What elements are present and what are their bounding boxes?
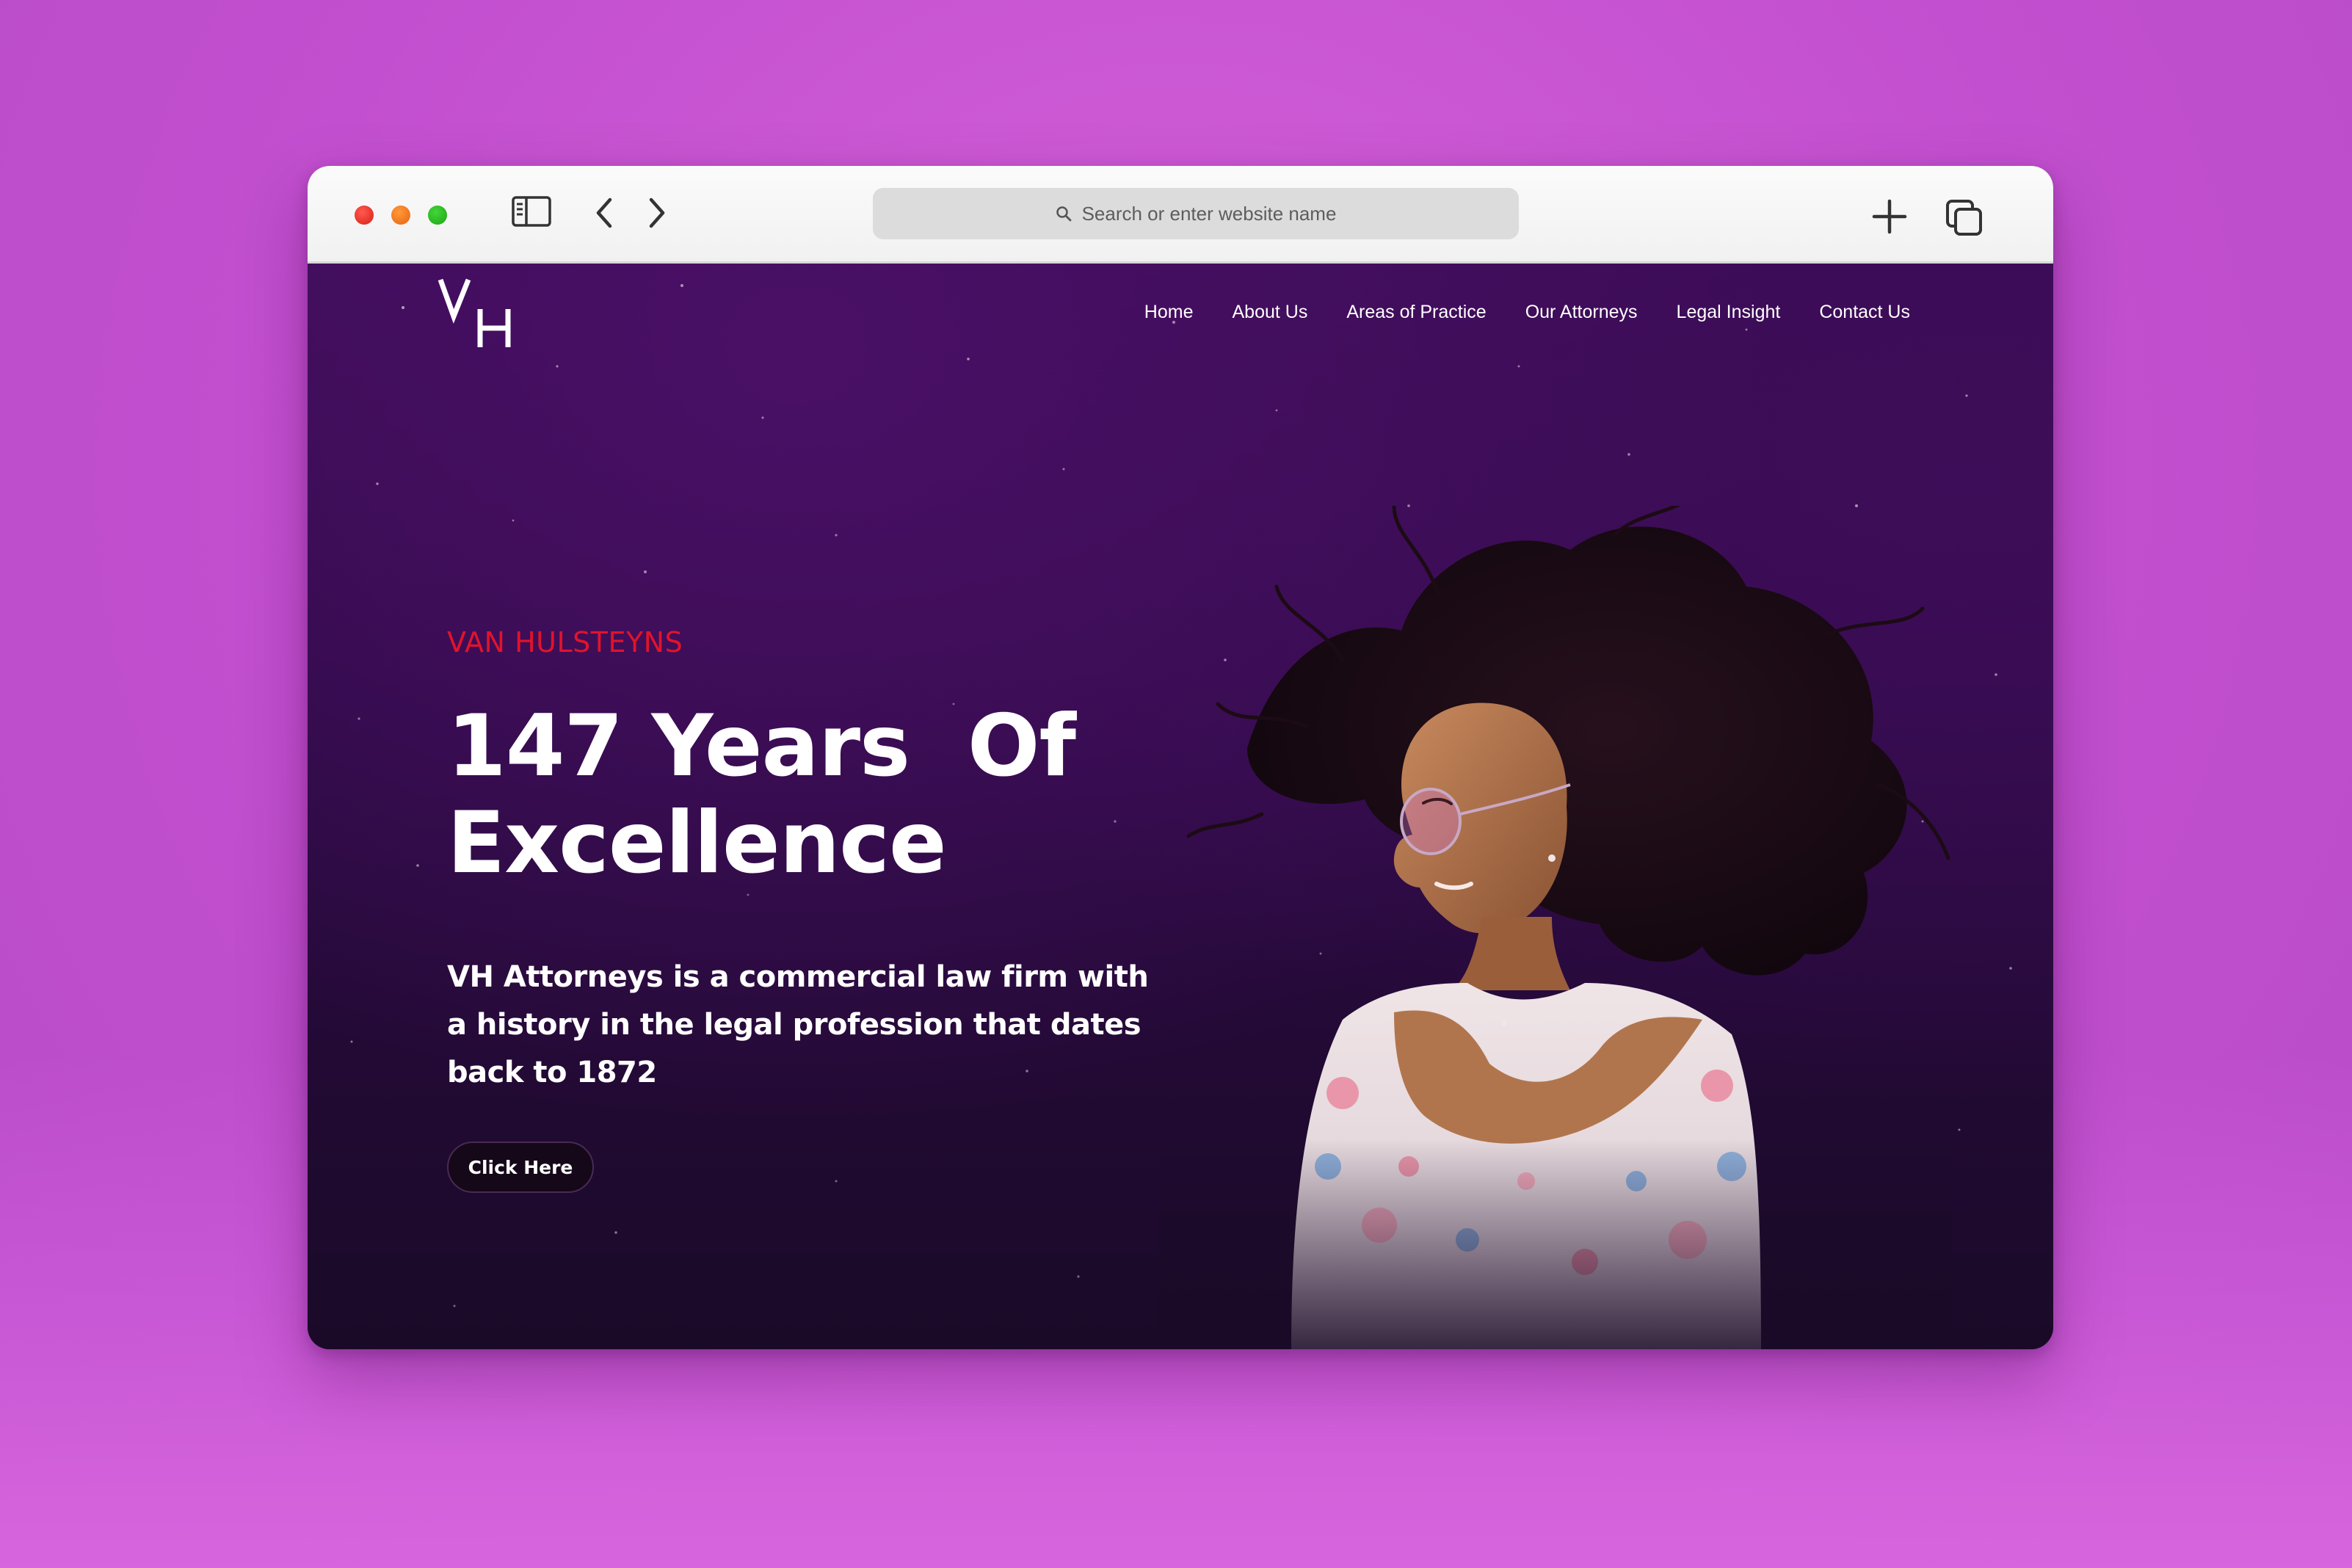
close-window-button[interactable] xyxy=(355,206,374,225)
browser-toolbar: Search or enter website name xyxy=(308,166,2053,264)
sidebar-toggle-icon[interactable] xyxy=(512,195,551,231)
address-bar[interactable]: Search or enter website name xyxy=(873,188,1519,239)
vh-logo[interactable]: VH xyxy=(436,271,524,359)
nav-areas-of-practice[interactable]: Areas of Practice xyxy=(1346,302,1486,323)
hero-brand-name: VAN HULSTEYNS xyxy=(447,626,683,658)
nav-home[interactable]: Home xyxy=(1144,302,1194,323)
hero-headline: 147 Years Of Excellence xyxy=(447,698,1108,892)
forward-arrow-icon[interactable] xyxy=(647,195,669,234)
search-icon xyxy=(1056,206,1072,222)
tab-overview-icon[interactable] xyxy=(1945,198,1984,242)
hero-headline-line-2: Excellence xyxy=(447,794,947,893)
website-hero: VH Home About Us Areas of Practice Our A… xyxy=(308,264,2053,1349)
address-placeholder: Search or enter website name xyxy=(1081,202,1337,225)
hero-headline-line-1: 147 Years Of xyxy=(447,697,1076,796)
new-tab-plus-icon[interactable] xyxy=(1871,198,1908,239)
nav-about-us[interactable]: About Us xyxy=(1232,302,1307,323)
back-arrow-icon[interactable] xyxy=(592,195,614,234)
browser-window: Search or enter website name Home About … xyxy=(308,166,2053,1349)
nav-our-attorneys[interactable]: Our Attorneys xyxy=(1525,302,1638,323)
nav-legal-insight[interactable]: Legal Insight xyxy=(1677,302,1781,323)
main-nav: Home About Us Areas of Practice Our Atto… xyxy=(1144,302,1910,323)
zoom-window-button[interactable] xyxy=(428,206,447,225)
hero-description: VH Attorneys is a commercial law firm wi… xyxy=(447,960,1149,1089)
click-here-button[interactable]: Click Here xyxy=(447,1141,594,1193)
minimize-window-button[interactable] xyxy=(391,206,410,225)
nav-contact-us[interactable]: Contact Us xyxy=(1819,302,1910,323)
hero-portrait-image xyxy=(1159,506,1952,1349)
